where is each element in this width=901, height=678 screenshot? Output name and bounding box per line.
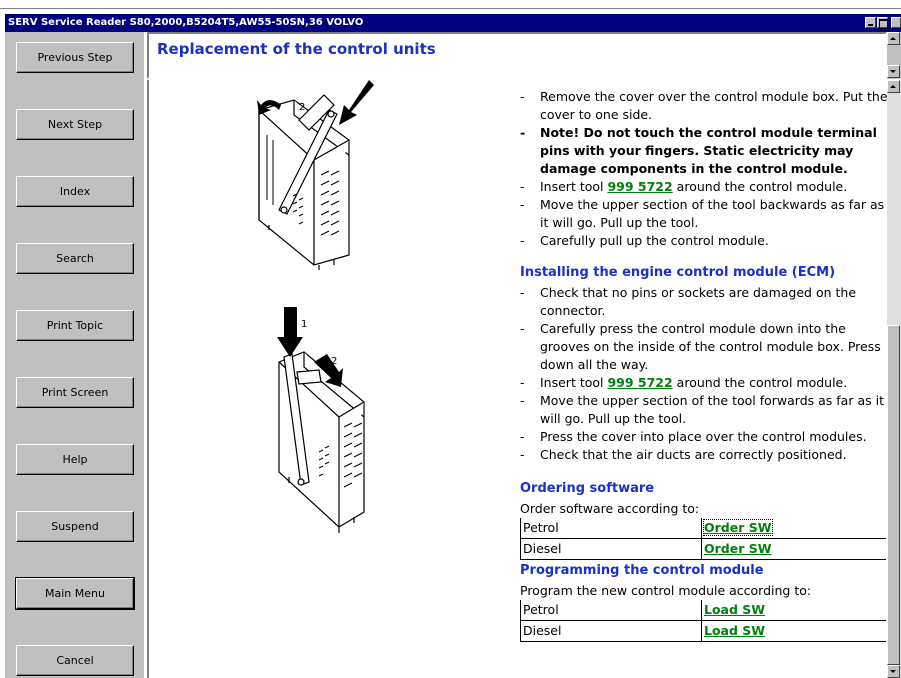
list-item: Check that no pins or sockets are damage… [520, 284, 887, 320]
maximize-icon [879, 19, 888, 29]
programming-intro: Program the new control module according… [520, 583, 812, 598]
list-item: Remove the cover over the control module… [520, 88, 887, 124]
fig1-step-label: 2 [299, 102, 305, 113]
list-item: Carefully press the control module down … [520, 320, 887, 374]
index-button[interactable]: Index [16, 176, 134, 207]
search-label: Search [56, 252, 94, 265]
up-arrow-icon [890, 37, 896, 40]
help-label: Help [62, 453, 88, 466]
step-text: Move the upper section of the tool forwa… [540, 393, 884, 426]
list-item: Check that the air ducts are correctly p… [520, 446, 887, 464]
step-text: Carefully press the control module down … [540, 321, 881, 372]
suspend-button[interactable]: Suspend [16, 511, 134, 542]
programming-table: Petrol Load SW Diesel Load SW [520, 600, 886, 642]
down-arrow-icon [890, 70, 896, 73]
up-arrow-icon [890, 85, 896, 88]
search-button[interactable]: Search [16, 243, 134, 274]
title-bar: SERV Service Reader S80,2000,B5204T5,AW5… [5, 14, 901, 32]
ordering-heading: Ordering software [520, 481, 655, 496]
fuel-cell: Petrol [520, 600, 702, 621]
instruction-text: Remove the cover over the control module… [520, 80, 887, 642]
print-topic-button[interactable]: Print Topic [16, 310, 134, 341]
order-sw-diesel-link[interactable]: Order SW [704, 541, 772, 556]
main-menu-label: Main Menu [45, 587, 105, 600]
order-sw-petrol-link[interactable]: Order SW [703, 519, 773, 536]
print-screen-label: Print Screen [41, 386, 109, 399]
table-row: Petrol Order SW [520, 518, 886, 539]
close-button[interactable] [891, 17, 901, 28]
step-text: Remove the cover over the control module… [540, 89, 887, 122]
previous-step-label: Previous Step [37, 51, 113, 64]
next-step-label: Next Step [47, 118, 103, 131]
print-screen-button[interactable]: Print Screen [16, 377, 134, 408]
main-menu-button[interactable]: Main Menu [15, 577, 135, 610]
list-item: Move the upper section of the tool backw… [520, 196, 887, 232]
fig2-step2-label: 2 [331, 356, 337, 367]
step-text: around the control module. [672, 375, 848, 390]
link-cell: Order SW [701, 538, 886, 560]
maximize-button[interactable] [877, 17, 888, 29]
programming-heading: Programming the control module [520, 563, 764, 578]
table-row: Diesel Order SW [520, 538, 886, 560]
install-module-illustration: 1 2 [277, 307, 365, 533]
cancel-button[interactable]: Cancel [16, 645, 134, 676]
note-text: Note! Do not touch the control module te… [540, 125, 877, 176]
table-row: Diesel Load SW [520, 620, 886, 642]
suspend-label: Suspend [51, 520, 99, 533]
list-item: Move the upper section of the tool forwa… [520, 392, 887, 428]
window-title: SERV Service Reader S80,2000,B5204T5,AW5… [8, 17, 364, 28]
tool-link[interactable]: 999 5722 [607, 375, 672, 390]
content-scroll-down-button[interactable] [887, 665, 900, 678]
header-panel: Replacement of the control units [147, 32, 887, 79]
fuel-cell: Diesel [520, 620, 702, 642]
step-text: Insert tool [540, 179, 608, 194]
content-scroll-thumb[interactable] [887, 325, 900, 665]
install-heading: Installing the engine control module (EC… [520, 265, 836, 280]
ordering-intro: Order software according to: [520, 501, 700, 516]
step-text: Move the upper section of the tool backw… [540, 197, 885, 230]
fuel-cell: Diesel [520, 538, 702, 560]
print-topic-label: Print Topic [46, 319, 104, 332]
list-item: Insert tool 999 5722 around the control … [520, 374, 887, 392]
step-text: Press the cover into place over the cont… [540, 429, 867, 444]
header-scrollbar[interactable] [887, 32, 901, 79]
tool-link[interactable]: 999 5722 [607, 179, 672, 194]
cancel-label: Cancel [56, 654, 94, 667]
load-sw-petrol-link[interactable]: Load SW [704, 602, 765, 617]
step-text: Check that the air ducts are correctly p… [540, 447, 847, 462]
index-label: Index [59, 185, 91, 198]
load-sw-diesel-link[interactable]: Load SW [704, 623, 765, 638]
minimize-icon [868, 24, 873, 26]
down-arrow-icon [890, 670, 896, 673]
header-scroll-up-button[interactable] [887, 32, 900, 45]
list-item: Insert tool 999 5722 around the control … [520, 178, 887, 196]
step-text: Check that no pins or sockets are damage… [540, 285, 857, 318]
link-cell: Load SW [701, 600, 886, 621]
page-title: Replacement of the control units [157, 40, 436, 58]
link-cell: Order SW [701, 518, 886, 539]
table-row: Petrol Load SW [520, 600, 886, 621]
list-item: Note! Do not touch the control module te… [520, 124, 887, 178]
link-cell: Load SW [701, 620, 886, 642]
fuel-cell: Petrol [520, 518, 702, 539]
list-item: Carefully pull up the control module. [520, 232, 887, 250]
content-scroll-up-button[interactable] [887, 80, 900, 93]
content-scrollbar[interactable] [887, 80, 901, 678]
step-text: Carefully pull up the control module. [540, 233, 769, 248]
minimize-button[interactable] [865, 17, 876, 28]
step-text: Insert tool [540, 375, 608, 390]
sidebar: Previous Step Next Step Index Search Pri… [5, 32, 144, 678]
fig2-step1-label: 1 [301, 319, 307, 330]
step-text: around the control module. [672, 179, 848, 194]
top-border [0, 0, 901, 9]
ordering-table: Petrol Order SW Diesel Order SW [520, 518, 886, 560]
remove-module-illustration: 2 [257, 80, 374, 270]
header-scroll-down-button[interactable] [887, 65, 900, 78]
next-step-button[interactable]: Next Step [16, 109, 134, 140]
previous-step-button[interactable]: Previous Step [16, 42, 134, 73]
list-item: Press the cover into place over the cont… [520, 428, 887, 446]
content-panel: 2 1 2 Remove the cover over the control … [147, 80, 887, 678]
help-button[interactable]: Help [16, 444, 134, 475]
